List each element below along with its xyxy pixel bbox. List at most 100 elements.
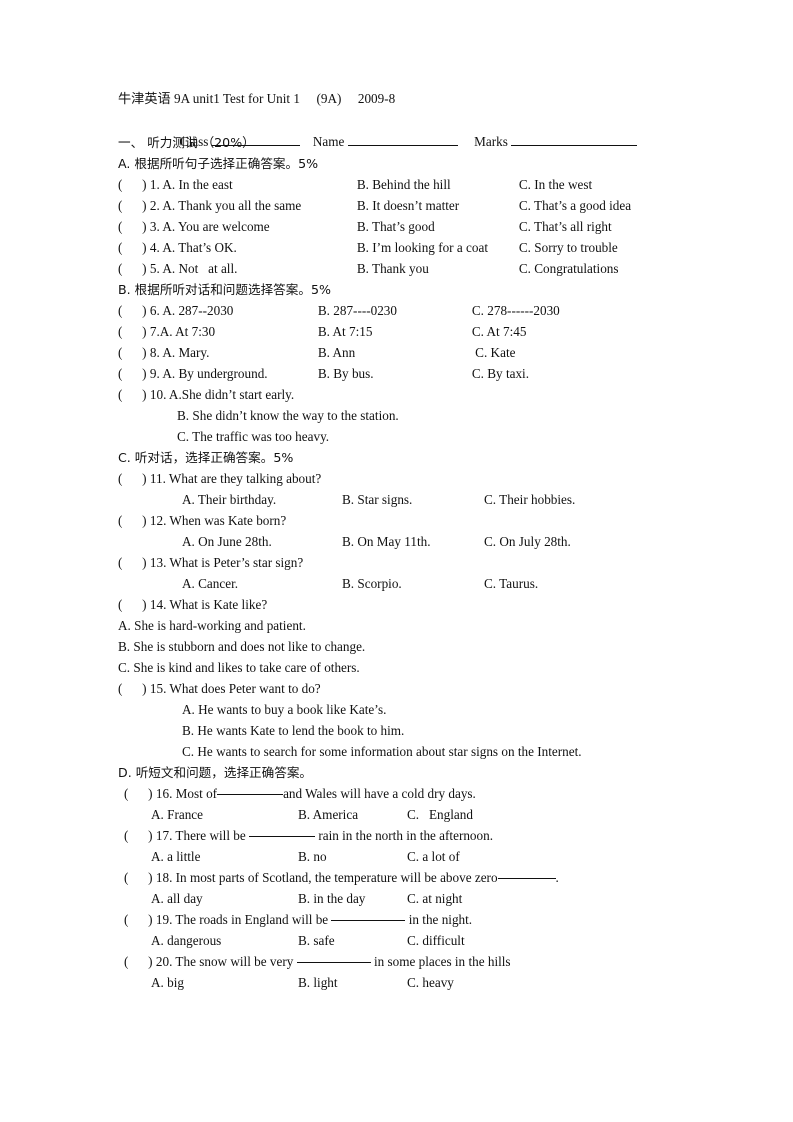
option-c[interactable]: C. Congratulations bbox=[519, 258, 619, 279]
question-row-17: ( ) 17. There will be rain in the north … bbox=[118, 825, 718, 846]
option-b[interactable]: B. He wants Kate to lend the book to him… bbox=[182, 720, 404, 741]
option-a[interactable]: A. 287--2030 bbox=[162, 303, 233, 318]
question-number: 8. bbox=[149, 345, 160, 360]
option-a[interactable]: A. Not at all. bbox=[162, 261, 237, 276]
question-stem-pre: 19. The roads in England will be bbox=[155, 912, 332, 927]
answer-bracket[interactable]: ( ) bbox=[118, 384, 147, 405]
question-number: 1. bbox=[149, 177, 160, 192]
option-a[interactable]: A. On June 28th. bbox=[182, 531, 342, 552]
option-b[interactable]: B. safe bbox=[298, 930, 407, 951]
option-a[interactable]: A. He wants to buy a book like Kate’s. bbox=[182, 699, 386, 720]
option-b[interactable]: B. Ann bbox=[318, 342, 472, 363]
option-b[interactable]: B. America bbox=[298, 804, 407, 825]
question-row-5: ( ) 5. A. Not at all. B. Thank you C. Co… bbox=[118, 258, 718, 279]
option-c[interactable]: C. He wants to search for some informati… bbox=[182, 741, 582, 762]
option-a[interactable]: A. Thank you all the same bbox=[162, 198, 301, 213]
option-b[interactable]: B. On May 11th. bbox=[342, 531, 484, 552]
option-b[interactable]: B. no bbox=[298, 846, 407, 867]
answer-bracket[interactable]: ( ) bbox=[118, 468, 147, 489]
question-row-14: ( ) 14. What is Kate like? bbox=[118, 594, 718, 615]
option-c[interactable]: C. She is kind and likes to take care of… bbox=[118, 657, 360, 678]
answer-bracket[interactable]: ( ) bbox=[124, 825, 153, 846]
section-b-heading: B. 根据所听对话和问题选择答案。5% bbox=[118, 282, 331, 297]
option-b[interactable]: B. light bbox=[298, 972, 407, 993]
option-c[interactable]: C. Taurus. bbox=[484, 573, 538, 594]
answer-bracket[interactable]: ( ) bbox=[124, 951, 153, 972]
option-c[interactable]: C. On July 28th. bbox=[484, 531, 571, 552]
option-c[interactable]: C. heavy bbox=[407, 972, 454, 993]
option-c[interactable]: C. Their hobbies. bbox=[484, 489, 575, 510]
fill-blank[interactable] bbox=[296, 949, 371, 963]
answer-bracket[interactable]: ( ) bbox=[118, 510, 147, 531]
option-c[interactable]: C. That’s a good idea bbox=[519, 195, 631, 216]
answer-bracket[interactable]: ( ) bbox=[118, 321, 147, 342]
option-a[interactable]: A. Mary. bbox=[162, 345, 209, 360]
option-c[interactable]: C. England bbox=[407, 804, 473, 825]
option-a[interactable]: A. In the east bbox=[162, 177, 232, 192]
option-b[interactable]: B. Thank you bbox=[357, 258, 519, 279]
question-stem: 11. What are they talking about? bbox=[149, 471, 322, 486]
marks-blank[interactable] bbox=[511, 132, 638, 146]
option-a[interactable]: A. dangerous bbox=[151, 930, 298, 951]
option-b[interactable]: B. I’m looking for a coat bbox=[357, 237, 519, 258]
option-b[interactable]: B. Scorpio. bbox=[342, 573, 484, 594]
option-c[interactable]: C. a lot of bbox=[407, 846, 460, 867]
fill-blank[interactable] bbox=[331, 907, 406, 921]
answer-bracket[interactable]: ( ) bbox=[118, 258, 147, 279]
option-c[interactable]: C. In the west bbox=[519, 174, 592, 195]
option-b[interactable]: B. Behind the hill bbox=[357, 174, 519, 195]
answer-bracket[interactable]: ( ) bbox=[118, 237, 147, 258]
option-a[interactable]: A. Their birthday. bbox=[182, 489, 342, 510]
answer-bracket[interactable]: ( ) bbox=[118, 216, 147, 237]
option-a[interactable]: A. That’s OK. bbox=[162, 240, 236, 255]
option-c[interactable]: C. difficult bbox=[407, 930, 465, 951]
option-b[interactable]: B. She is stubborn and does not like to … bbox=[118, 636, 365, 657]
fill-blank[interactable] bbox=[249, 823, 316, 837]
option-b[interactable]: B. That’s good bbox=[357, 216, 519, 237]
question-row-16: ( ) 16. Most of and Wales will have a col… bbox=[118, 783, 718, 804]
option-a[interactable]: A. By underground. bbox=[162, 366, 267, 381]
option-a[interactable]: A. You are welcome bbox=[162, 219, 269, 234]
option-c[interactable]: C. Kate bbox=[472, 342, 515, 363]
question-row-18: ( ) 18. In most parts of Scotland, the t… bbox=[118, 867, 718, 888]
option-c[interactable]: C. 278------2030 bbox=[472, 300, 560, 321]
answer-bracket[interactable]: ( ) bbox=[118, 195, 147, 216]
answer-bracket[interactable]: ( ) bbox=[118, 300, 147, 321]
answer-bracket[interactable]: ( ) bbox=[118, 594, 147, 615]
option-c[interactable]: C. The traffic was too heavy. bbox=[177, 426, 329, 447]
option-b[interactable]: B. It doesn’t matter bbox=[357, 195, 519, 216]
option-b[interactable]: B. in the day bbox=[298, 888, 407, 909]
option-c[interactable]: C. At 7:45 bbox=[472, 321, 527, 342]
option-b[interactable]: B. By bus. bbox=[318, 363, 472, 384]
option-a[interactable]: A. Cancer. bbox=[182, 573, 342, 594]
option-a[interactable]: A. big bbox=[151, 972, 298, 993]
option-b[interactable]: B. At 7:15 bbox=[318, 321, 472, 342]
option-c[interactable]: C. By taxi. bbox=[472, 363, 529, 384]
answer-bracket[interactable]: ( ) bbox=[124, 867, 153, 888]
option-c[interactable]: C. at night bbox=[407, 888, 462, 909]
option-a[interactable]: A. She is hard-working and patient. bbox=[118, 615, 306, 636]
answer-bracket[interactable]: ( ) bbox=[118, 678, 147, 699]
option-c[interactable]: C. That’s all right bbox=[519, 216, 612, 237]
question-stem-pre: 20. The snow will be very bbox=[155, 954, 297, 969]
answer-bracket[interactable]: ( ) bbox=[118, 342, 147, 363]
answer-bracket[interactable]: ( ) bbox=[118, 552, 147, 573]
option-b[interactable]: B. She didn’t know the way to the statio… bbox=[177, 405, 399, 426]
option-b[interactable]: B. Star signs. bbox=[342, 489, 484, 510]
answer-bracket[interactable]: ( ) bbox=[118, 363, 147, 384]
answer-bracket[interactable]: ( ) bbox=[118, 174, 147, 195]
option-a[interactable]: A. a little bbox=[151, 846, 298, 867]
fill-blank[interactable] bbox=[497, 865, 556, 879]
option-c[interactable]: C. Sorry to trouble bbox=[519, 237, 618, 258]
option-a[interactable]: A. At 7:30 bbox=[160, 324, 215, 339]
question-row-10-option-c: C. The traffic was too heavy. bbox=[118, 426, 718, 447]
question-row-20-options: A. big B. light C. heavy bbox=[118, 972, 718, 993]
exam-paper-page: 牛津英语 9A unit1 Test for Unit 1 (9A) 2009-… bbox=[0, 0, 793, 1122]
option-b[interactable]: B. 287----0230 bbox=[318, 300, 472, 321]
answer-bracket[interactable]: ( ) bbox=[124, 909, 153, 930]
fill-blank[interactable] bbox=[217, 781, 284, 795]
answer-bracket[interactable]: ( ) bbox=[124, 783, 153, 804]
option-a[interactable]: A. all day bbox=[151, 888, 298, 909]
option-a[interactable]: A. France bbox=[151, 804, 298, 825]
name-blank[interactable] bbox=[347, 132, 458, 146]
